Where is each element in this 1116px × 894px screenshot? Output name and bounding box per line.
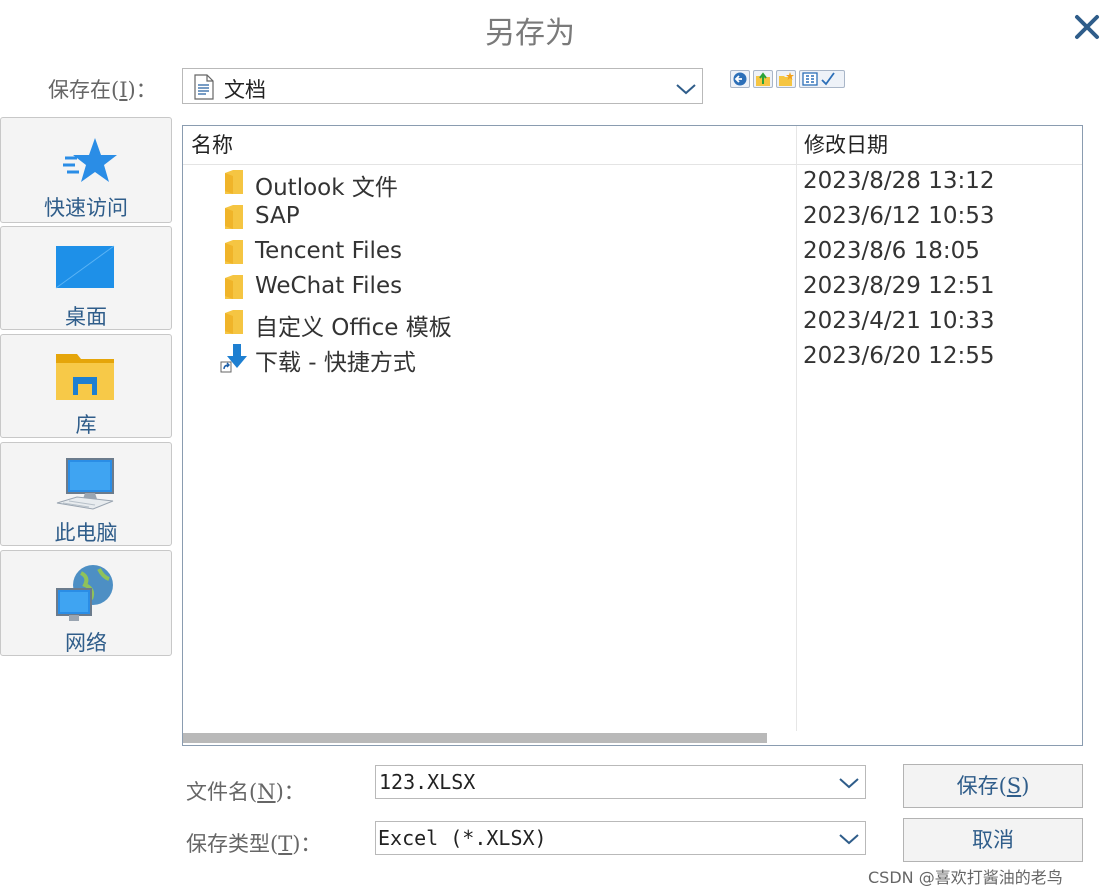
folder-icon: [225, 170, 243, 194]
column-divider: [796, 126, 797, 731]
filetype-label: 保存类型(T)：: [186, 832, 322, 856]
file-name: Outlook 文件: [255, 175, 398, 201]
view-menu-icon: [802, 72, 835, 86]
places-quick-access[interactable]: 快速访问: [0, 117, 172, 223]
filename-value: 123.XLSX: [379, 770, 476, 794]
chevron-down-icon[interactable]: [838, 832, 860, 846]
library-folder-icon: [56, 354, 114, 400]
file-date: 2023/8/6 18:05: [803, 238, 980, 264]
desktop-icon: [55, 245, 115, 289]
new-folder-button[interactable]: [776, 70, 796, 88]
places-label: 网络: [65, 631, 107, 655]
computer-icon: [56, 458, 114, 510]
file-name: SAP: [255, 203, 300, 229]
places-desktop[interactable]: 桌面: [0, 226, 172, 330]
star-icon: [63, 138, 117, 182]
save-button[interactable]: 保存(S): [903, 764, 1083, 808]
places-this-pc[interactable]: 此电脑: [0, 442, 172, 546]
watermark: CSDN @喜欢打酱油的老鸟: [868, 868, 1063, 887]
chevron-down-icon[interactable]: [838, 776, 860, 790]
close-icon[interactable]: [1070, 10, 1104, 44]
location-value: 文档: [224, 78, 266, 102]
column-header-date[interactable]: 修改日期: [797, 126, 1082, 165]
dialog-title: 另存为: [485, 16, 575, 51]
document-icon: [194, 74, 214, 100]
file-date: 2023/6/12 10:53: [803, 203, 995, 229]
column-header-name[interactable]: 名称: [183, 126, 796, 165]
file-date: 2023/6/20 12:55: [803, 343, 995, 369]
file-name: Tencent Files: [255, 238, 403, 264]
chevron-down-icon[interactable]: [675, 82, 697, 96]
new-folder-icon: [779, 72, 794, 86]
back-button[interactable]: [730, 70, 750, 88]
folder-icon: [225, 310, 243, 334]
places-label: 此电脑: [54, 521, 118, 545]
download-shortcut-icon: [220, 344, 247, 373]
back-icon: [733, 72, 747, 86]
up-folder-button[interactable]: [753, 70, 773, 88]
location-label: 保存在(I)：: [48, 78, 157, 102]
file-date: 2023/8/29 12:51: [803, 273, 995, 299]
file-name: 自定义 Office 模板: [255, 315, 452, 341]
filetype-value: Excel (*.XLSX): [378, 826, 547, 850]
file-name: WeChat Files: [255, 273, 403, 299]
places-network[interactable]: 网络: [0, 550, 172, 656]
places-label: 库: [75, 413, 97, 437]
file-date: 2023/8/28 13:12: [803, 168, 995, 194]
folder-icon: [225, 205, 243, 229]
cancel-button[interactable]: 取消: [903, 818, 1083, 862]
places-label: 快速访问: [44, 196, 128, 220]
places-label: 桌面: [65, 305, 107, 329]
network-globe-icon: [56, 565, 113, 621]
horizontal-scrollbar[interactable]: [183, 733, 767, 743]
filename-label: 文件名(N)：: [186, 780, 305, 804]
file-name: 下载 - 快捷方式: [255, 350, 416, 376]
folder-icon: [225, 240, 243, 264]
places-libraries[interactable]: 库: [0, 334, 172, 438]
file-list[interactable]: 名称 修改日期 Outlook 文件 2023/8/28 13:12 SAP 2…: [182, 125, 1083, 746]
file-date: 2023/4/21 10:33: [803, 308, 995, 334]
view-menu-button[interactable]: [799, 70, 845, 88]
folder-icon: [225, 275, 243, 299]
up-folder-icon: [756, 72, 770, 86]
